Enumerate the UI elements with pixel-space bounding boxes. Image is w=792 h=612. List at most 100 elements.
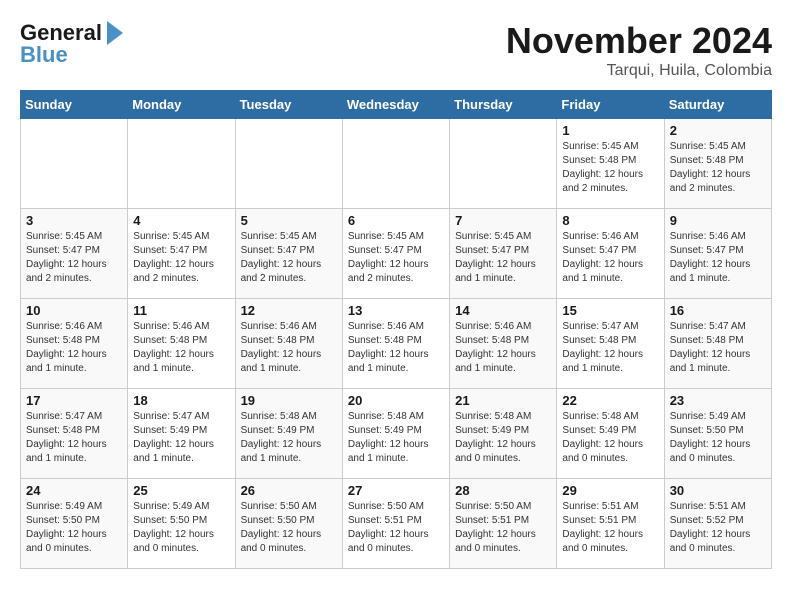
calendar-cell: 11Sunrise: 5:46 AM Sunset: 5:48 PM Dayli… (128, 299, 235, 389)
day-number: 17 (26, 393, 122, 408)
calendar-cell: 24 Sunrise: 5:49 AM Sunset: 5:50 PM Dayli… (21, 479, 128, 569)
day-info: Sunrise: 5:49 AM Sunset: 5:50 PM Dayligh… (26, 500, 122, 556)
day-number: 9 (670, 213, 766, 228)
day-info: Sunrise: 5:45 AM Sunset: 5:47 PM Dayligh… (455, 230, 551, 286)
calendar-cell: 20 Sunrise: 5:48 AM Sunset: 5:49 PM Dayli… (342, 389, 449, 479)
day-number: 25 (133, 483, 229, 498)
day-info: Sunrise: 5:50 AM Sunset: 5:50 PM Dayligh… (241, 500, 337, 556)
day-number: 6 (348, 213, 444, 228)
day-info: Sunrise: 5:46 AM Sunset: 5:48 PM Dayligh… (348, 320, 444, 376)
day-info: Sunrise: 5:48 AM Sunset: 5:49 PM Dayligh… (348, 410, 444, 466)
day-info: Sunrise: 5:46 AM Sunset: 5:48 PM Dayligh… (133, 320, 229, 376)
day-number: 5 (241, 213, 337, 228)
day-info: Sunrise: 5:45 AM Sunset: 5:47 PM Dayligh… (241, 230, 337, 286)
day-info: Sunrise: 5:46 AM Sunset: 5:47 PM Dayligh… (562, 230, 658, 286)
calendar-cell: 23 Sunrise: 5:49 AM Sunset: 5:50 PM Dayli… (664, 389, 771, 479)
day-info: Sunrise: 5:45 AM Sunset: 5:48 PM Dayligh… (670, 140, 766, 196)
day-info: Sunrise: 5:48 AM Sunset: 5:49 PM Dayligh… (562, 410, 658, 466)
day-info: Sunrise: 5:45 AM Sunset: 5:47 PM Dayligh… (348, 230, 444, 286)
calendar-cell: 16Sunrise: 5:47 AM Sunset: 5:48 PM Dayli… (664, 299, 771, 389)
calendar-cell: 26 Sunrise: 5:50 AM Sunset: 5:50 PM Dayli… (235, 479, 342, 569)
calendar-cell: 15Sunrise: 5:47 AM Sunset: 5:48 PM Dayli… (557, 299, 664, 389)
day-number: 29 (562, 483, 658, 498)
calendar-cell: 4 Sunrise: 5:45 AM Sunset: 5:47 PM Daylig… (128, 209, 235, 299)
day-info: Sunrise: 5:46 AM Sunset: 5:48 PM Dayligh… (241, 320, 337, 376)
logo: General Blue (20, 20, 123, 68)
day-number: 21 (455, 393, 551, 408)
logo-arrow-icon (107, 21, 123, 45)
day-number: 12 (241, 303, 337, 318)
day-number: 27 (348, 483, 444, 498)
calendar-week-3: 10 Sunrise: 5:46 AM Sunset: 5:48 PM Dayli… (21, 299, 772, 389)
calendar-cell (128, 119, 235, 209)
day-number: 26 (241, 483, 337, 498)
day-info: Sunrise: 5:49 AM Sunset: 5:50 PM Dayligh… (133, 500, 229, 556)
calendar-cell (342, 119, 449, 209)
header-monday: Monday (128, 91, 235, 119)
day-number: 8 (562, 213, 658, 228)
calendar-cell: 3 Sunrise: 5:45 AM Sunset: 5:47 PM Daylig… (21, 209, 128, 299)
day-info: Sunrise: 5:48 AM Sunset: 5:49 PM Dayligh… (241, 410, 337, 466)
month-title: November 2024 (506, 20, 772, 62)
day-info: Sunrise: 5:46 AM Sunset: 5:48 PM Dayligh… (455, 320, 551, 376)
header-wednesday: Wednesday (342, 91, 449, 119)
day-number: 24 (26, 483, 122, 498)
header-friday: Friday (557, 91, 664, 119)
day-number: 28 (455, 483, 551, 498)
day-info: Sunrise: 5:50 AM Sunset: 5:51 PM Dayligh… (455, 500, 551, 556)
title-block: November 2024 Tarqui, Huila, Colombia (506, 20, 772, 80)
day-number: 1 (562, 123, 658, 138)
calendar-cell: 7 Sunrise: 5:45 AM Sunset: 5:47 PM Daylig… (450, 209, 557, 299)
day-info: Sunrise: 5:46 AM Sunset: 5:47 PM Dayligh… (670, 230, 766, 286)
calendar-header: SundayMondayTuesdayWednesdayThursdayFrid… (21, 91, 772, 119)
calendar-cell: 22 Sunrise: 5:48 AM Sunset: 5:49 PM Dayli… (557, 389, 664, 479)
day-number: 4 (133, 213, 229, 228)
day-number: 23 (670, 393, 766, 408)
calendar-cell: 13 Sunrise: 5:46 AM Sunset: 5:48 PM Dayli… (342, 299, 449, 389)
calendar-cell: 27Sunrise: 5:50 AM Sunset: 5:51 PM Dayli… (342, 479, 449, 569)
calendar-week-4: 17 Sunrise: 5:47 AM Sunset: 5:48 PM Dayli… (21, 389, 772, 479)
day-info: Sunrise: 5:47 AM Sunset: 5:49 PM Dayligh… (133, 410, 229, 466)
calendar-cell: 29 Sunrise: 5:51 AM Sunset: 5:51 PM Dayli… (557, 479, 664, 569)
day-info: Sunrise: 5:49 AM Sunset: 5:50 PM Dayligh… (670, 410, 766, 466)
calendar-cell: 25 Sunrise: 5:49 AM Sunset: 5:50 PM Dayli… (128, 479, 235, 569)
calendar-cell: 8 Sunrise: 5:46 AM Sunset: 5:47 PM Daylig… (557, 209, 664, 299)
calendar-cell: 12 Sunrise: 5:46 AM Sunset: 5:48 PM Dayli… (235, 299, 342, 389)
calendar-week-2: 3 Sunrise: 5:45 AM Sunset: 5:47 PM Daylig… (21, 209, 772, 299)
day-number: 3 (26, 213, 122, 228)
calendar-cell: 18Sunrise: 5:47 AM Sunset: 5:49 PM Dayli… (128, 389, 235, 479)
location: Tarqui, Huila, Colombia (506, 62, 772, 80)
header-thursday: Thursday (450, 91, 557, 119)
day-info: Sunrise: 5:47 AM Sunset: 5:48 PM Dayligh… (26, 410, 122, 466)
calendar-week-1: 1 Sunrise: 5:45 AM Sunset: 5:48 PM Daylig… (21, 119, 772, 209)
calendar-cell (235, 119, 342, 209)
day-info: Sunrise: 5:45 AM Sunset: 5:48 PM Dayligh… (562, 140, 658, 196)
day-info: Sunrise: 5:51 AM Sunset: 5:51 PM Dayligh… (562, 500, 658, 556)
calendar-cell: 19 Sunrise: 5:48 AM Sunset: 5:49 PM Dayli… (235, 389, 342, 479)
day-info: Sunrise: 5:48 AM Sunset: 5:49 PM Dayligh… (455, 410, 551, 466)
calendar-cell: 9 Sunrise: 5:46 AM Sunset: 5:47 PM Daylig… (664, 209, 771, 299)
calendar-cell (450, 119, 557, 209)
day-info: Sunrise: 5:45 AM Sunset: 5:47 PM Dayligh… (133, 230, 229, 286)
day-number: 10 (26, 303, 122, 318)
day-number: 15 (562, 303, 658, 318)
day-number: 22 (562, 393, 658, 408)
day-info: Sunrise: 5:51 AM Sunset: 5:52 PM Dayligh… (670, 500, 766, 556)
calendar-cell: 5 Sunrise: 5:45 AM Sunset: 5:47 PM Daylig… (235, 209, 342, 299)
header-sunday: Sunday (21, 91, 128, 119)
day-number: 20 (348, 393, 444, 408)
day-number: 30 (670, 483, 766, 498)
calendar-cell: 1 Sunrise: 5:45 AM Sunset: 5:48 PM Daylig… (557, 119, 664, 209)
calendar-cell: 28 Sunrise: 5:50 AM Sunset: 5:51 PM Dayli… (450, 479, 557, 569)
day-info: Sunrise: 5:45 AM Sunset: 5:47 PM Dayligh… (26, 230, 122, 286)
calendar-cell: 17 Sunrise: 5:47 AM Sunset: 5:48 PM Dayli… (21, 389, 128, 479)
day-number: 7 (455, 213, 551, 228)
day-number: 19 (241, 393, 337, 408)
header-tuesday: Tuesday (235, 91, 342, 119)
day-info: Sunrise: 5:47 AM Sunset: 5:48 PM Dayligh… (670, 320, 766, 376)
day-number: 13 (348, 303, 444, 318)
calendar-cell: 14Sunrise: 5:46 AM Sunset: 5:48 PM Dayli… (450, 299, 557, 389)
calendar-week-5: 24 Sunrise: 5:49 AM Sunset: 5:50 PM Dayli… (21, 479, 772, 569)
calendar-cell: 21 Sunrise: 5:48 AM Sunset: 5:49 PM Dayli… (450, 389, 557, 479)
calendar-table: SundayMondayTuesdayWednesdayThursdayFrid… (20, 90, 772, 569)
